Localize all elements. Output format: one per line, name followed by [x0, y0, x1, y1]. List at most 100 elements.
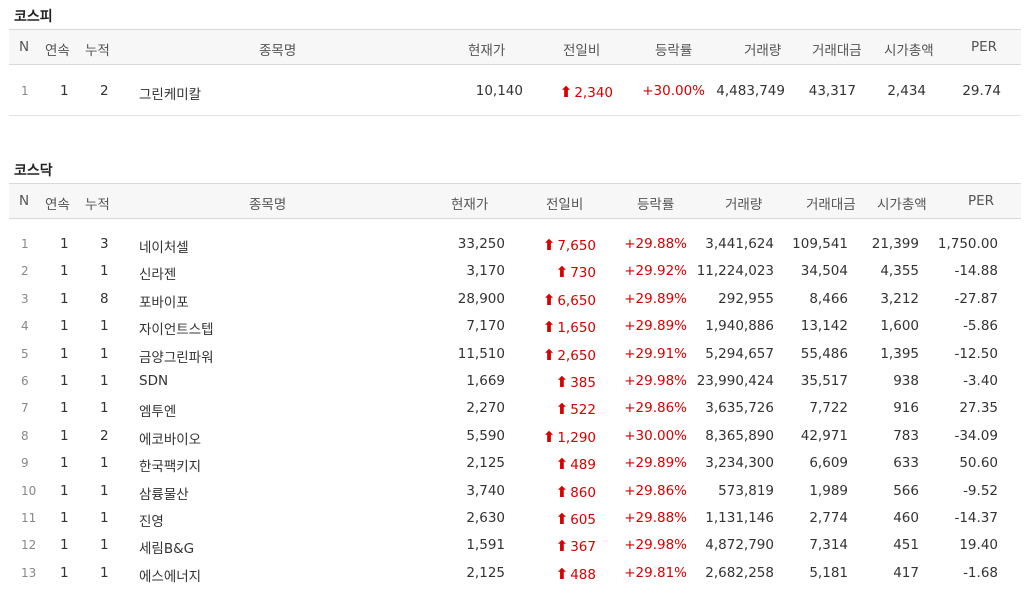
market-cap: 21,399 — [871, 236, 919, 252]
price-change: ⬆ 2,340 — [560, 83, 613, 101]
trade-volume: 292,955 — [718, 290, 774, 307]
stock-name-link[interactable]: 네이처셀 — [139, 236, 189, 256]
table-row[interactable]: 6 1 1 SDN 1,669 ⬆ 385 +29.98% 23,990,424 35,517 93… — [9, 368, 1021, 395]
stock-name-link[interactable]: SDN — [139, 373, 168, 389]
consecutive-count: 1 — [60, 318, 69, 335]
cumulative-count: 1 — [100, 263, 109, 280]
stock-name-link[interactable]: 엠투엔 — [139, 400, 176, 420]
table-row[interactable]: 12 1 1 세림B&G 1,591 ⬆ 367 +29.98% 4,872,790 7,314 4… — [9, 532, 1021, 559]
row-number: 10 — [21, 483, 37, 498]
col-rate: 등락률 — [655, 43, 693, 59]
col-volume: 거래량 — [744, 43, 782, 59]
section-title-kosdaq: 코스닥 — [14, 163, 53, 179]
price-change-value: 488 — [570, 566, 596, 583]
up-arrow-icon: ⬆ — [559, 83, 573, 101]
cumulative-count: 1 — [100, 537, 109, 554]
stock-name-link[interactable]: 에코바이오 — [139, 428, 201, 448]
change-rate: +29.98% — [624, 537, 687, 554]
row-number: 13 — [21, 565, 37, 580]
consecutive-count: 1 — [60, 345, 69, 362]
market-cap: 4,355 — [880, 263, 919, 280]
up-arrow-icon: ⬆ — [555, 564, 569, 583]
table-row[interactable]: 4 1 1 자이언트스텝 7,170 ⬆ 1,650 +29.89% 1,940,886 13,1… — [9, 313, 1021, 340]
stock-name-link[interactable]: 진영 — [139, 510, 164, 530]
change-rate: +30.00% — [642, 83, 705, 99]
current-price: 33,250 — [457, 236, 505, 252]
market-cap: 2,434 — [887, 83, 926, 99]
table-row[interactable]: 7 1 1 엠투엔 2,270 ⬆ 522 +29.86% 3,635,726 7,722 916 2… — [9, 395, 1021, 422]
current-price: 28,900 — [457, 290, 505, 307]
row-number: 6 — [21, 374, 29, 388]
market-cap: 633 — [893, 455, 919, 472]
table-row[interactable]: 10 1 1 삼륭물산 3,740 ⬆ 860 +29.86% 573,819 1,989 566 -… — [9, 478, 1021, 505]
row-number: 11 — [21, 511, 37, 525]
cumulative-count: 1 — [100, 345, 109, 362]
market-cap: 938 — [893, 373, 919, 389]
stock-name-link[interactable]: 세림B&G — [139, 537, 194, 557]
table-row[interactable]: 2 1 1 신라젠 3,170 ⬆ 730 +29.92% 11,224,023 34,504 4,… — [9, 258, 1021, 285]
trade-volume: 3,441,624 — [705, 236, 774, 252]
market-cap: 1,600 — [880, 318, 919, 335]
market-cap: 3,212 — [880, 290, 919, 307]
stock-name-link[interactable]: 삼륭물산 — [139, 483, 189, 503]
price-change-value: 2,650 — [557, 347, 596, 364]
change-rate: +29.89% — [624, 318, 687, 335]
stock-name-link[interactable]: 금양그린파워 — [139, 346, 214, 366]
trade-amount: 2,774 — [809, 510, 848, 526]
stock-name-link[interactable]: 한국팩키지 — [139, 455, 201, 475]
table-row[interactable]: 8 1 2 에코바이오 5,590 ⬆ 1,290 +30.00% 8,365,890 42,97… — [9, 423, 1021, 450]
stock-name-link[interactable]: 포바이포 — [139, 291, 189, 311]
table-row[interactable]: 11 1 1 진영 2,630 ⬆ 605 +29.88% 1,131,146 2,774 460-… — [9, 505, 1021, 532]
per-value: -5.86 — [963, 318, 998, 335]
per-value: 50.60 — [959, 455, 998, 472]
consecutive-count: 1 — [60, 482, 69, 499]
price-change-value: 385 — [570, 375, 596, 391]
current-price: 2,630 — [466, 510, 505, 526]
per-value: -14.88 — [954, 263, 998, 280]
consecutive-count: 1 — [60, 290, 69, 307]
current-price: 2,270 — [466, 400, 505, 417]
current-price: 2,125 — [466, 564, 505, 581]
row-number: 5 — [21, 346, 29, 361]
table-row[interactable]: 1 1 2 그린케미칼 10,140 ⬆ 2,340 +30.00% 4,483,749 43,3… — [9, 78, 1021, 105]
cumulative-count: 2 — [100, 83, 109, 99]
table-row[interactable]: 5 1 1 금양그린파워 11,510 ⬆ 2,650 +29.91% 5,294,657 55,… — [9, 341, 1021, 368]
stock-name-link[interactable]: 신라젠 — [139, 263, 176, 283]
cumulative-count: 8 — [100, 290, 109, 307]
cumulative-count: 1 — [100, 400, 109, 417]
table-row[interactable]: 3 1 8 포바이포 28,900 ⬆ 6,650 +29.89% 292,955 8,466 3,… — [9, 286, 1021, 313]
cumulative-count: 1 — [100, 373, 109, 389]
col-cumulative: 누적 — [85, 197, 110, 213]
up-arrow-icon: ⬆ — [542, 345, 556, 364]
col-price: 현재가 — [451, 197, 489, 213]
price-change-value: 367 — [570, 539, 596, 556]
price-change: ⬆ 7,650 — [543, 236, 596, 254]
col-volume: 거래량 — [725, 197, 763, 213]
trade-volume: 8,365,890 — [705, 427, 774, 444]
up-arrow-icon: ⬆ — [555, 455, 569, 474]
cumulative-count: 2 — [100, 427, 109, 444]
col-consecutive: 연속 — [45, 197, 70, 213]
cumulative-count: 1 — [100, 318, 109, 335]
consecutive-count: 1 — [60, 564, 69, 581]
price-change-value: 489 — [570, 457, 596, 474]
current-price: 3,170 — [466, 263, 505, 280]
trade-amount: 35,517 — [800, 373, 848, 389]
price-change: ⬆ 6,650 — [543, 291, 596, 309]
table-row[interactable]: 13 1 1 에스에너지 2,125 ⬆ 488 +29.81% 2,682,258 5,181 4… — [9, 560, 1021, 587]
price-change: ⬆ 489 — [556, 455, 596, 473]
per-value: -27.87 — [954, 290, 998, 307]
market-cap: 566 — [893, 482, 919, 499]
stock-name-link[interactable]: 에스에너지 — [139, 565, 201, 585]
price-change: ⬆ 522 — [556, 400, 596, 418]
stock-name-link[interactable]: 자이언트스텝 — [139, 318, 214, 338]
trade-volume: 1,131,146 — [705, 510, 774, 526]
stock-name-link[interactable]: 그린케미칼 — [139, 83, 201, 103]
trade-amount: 43,317 — [808, 83, 856, 99]
table-row[interactable]: 9 1 1 한국팩키지 2,125 ⬆ 489 +29.89% 3,234,300 6,609 63… — [9, 450, 1021, 477]
trade-amount: 7,314 — [809, 537, 848, 554]
table-row[interactable]: 1 1 3 네이처셀 33,250 ⬆ 7,650 +29.88% 3,441,624 109,5… — [9, 231, 1021, 258]
per-value: -14.37 — [954, 510, 998, 526]
trade-amount: 13,142 — [800, 318, 848, 335]
price-change-value: 7,650 — [557, 238, 596, 254]
